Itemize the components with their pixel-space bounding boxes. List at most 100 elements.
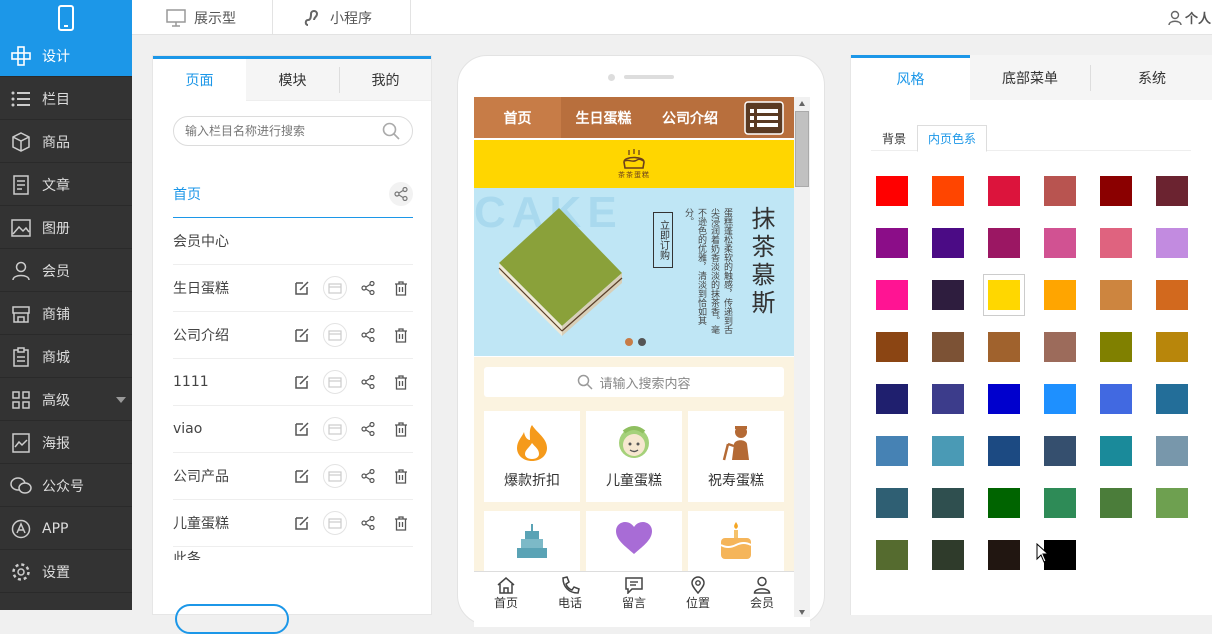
scroll-thumb[interactable] xyxy=(795,111,809,187)
nav-item-articles[interactable]: 文章 xyxy=(0,164,132,206)
color-swatch[interactable] xyxy=(988,280,1020,310)
footer-message[interactable]: 留言 xyxy=(602,572,666,627)
nav-item-mall[interactable]: 商城 xyxy=(0,336,132,378)
nav-item-members[interactable]: 会员 xyxy=(0,250,132,292)
color-swatch[interactable] xyxy=(932,436,964,466)
color-swatch[interactable] xyxy=(1156,280,1188,310)
color-swatch[interactable] xyxy=(876,540,908,570)
mobile-menu-item[interactable]: 首页 xyxy=(474,97,561,138)
carousel-dot[interactable] xyxy=(638,338,646,346)
color-swatch[interactable] xyxy=(1100,280,1132,310)
color-swatch[interactable] xyxy=(1100,176,1132,206)
color-swatch[interactable] xyxy=(988,384,1020,414)
tab-miniprogram[interactable]: 小程序 xyxy=(304,0,372,35)
scroll-up-icon[interactable] xyxy=(799,101,805,106)
color-swatch[interactable] xyxy=(932,488,964,518)
nav-item-products[interactable]: 商品 xyxy=(0,121,132,163)
tab-bottom-menu[interactable]: 底部菜单 xyxy=(970,55,1090,100)
nav-item-design[interactable]: 设计 xyxy=(0,35,132,77)
menu-button[interactable] xyxy=(734,97,794,138)
tab-display-type[interactable]: 展示型 xyxy=(166,0,236,35)
footer-location[interactable]: 位置 xyxy=(666,572,730,627)
color-swatch[interactable] xyxy=(932,280,964,310)
mobile-menu-item[interactable]: 公司介绍 xyxy=(646,97,734,138)
order-now-button[interactable]: 立即订购 xyxy=(653,212,673,268)
nav-item-wechat[interactable]: 公众号 xyxy=(0,465,132,507)
list-item[interactable]: viao xyxy=(173,406,413,453)
color-swatch[interactable] xyxy=(1044,280,1076,310)
color-swatch[interactable] xyxy=(876,384,908,414)
trash-icon[interactable] xyxy=(389,464,413,488)
nav-item-advanced[interactable]: 高级 xyxy=(0,379,132,421)
trash-icon[interactable] xyxy=(389,323,413,347)
tab-modules[interactable]: 模块 xyxy=(246,59,339,101)
color-swatch[interactable] xyxy=(876,436,908,466)
footer-home[interactable]: 首页 xyxy=(474,572,538,627)
category-longevity-cake[interactable]: 祝寿蛋糕 xyxy=(688,411,784,502)
color-swatch[interactable] xyxy=(932,176,964,206)
tab-inner-color-scheme[interactable]: 内页色系 xyxy=(917,125,987,152)
hide-icon[interactable] xyxy=(323,464,347,488)
add-page-button[interactable] xyxy=(175,604,289,634)
hide-icon[interactable] xyxy=(323,511,347,535)
tab-pages[interactable]: 页面 xyxy=(153,59,246,101)
edit-icon[interactable] xyxy=(290,417,314,441)
color-swatch[interactable] xyxy=(1100,436,1132,466)
edit-icon[interactable] xyxy=(290,511,314,535)
color-swatch[interactable] xyxy=(1044,488,1076,518)
color-swatch[interactable] xyxy=(988,488,1020,518)
hide-icon[interactable] xyxy=(323,323,347,347)
nav-item-columns[interactable]: 栏目 xyxy=(0,78,132,120)
color-swatch[interactable] xyxy=(1156,436,1188,466)
nav-item-albums[interactable]: 图册 xyxy=(0,207,132,249)
share-button[interactable] xyxy=(389,182,413,206)
list-item[interactable]: 1111 xyxy=(173,359,413,406)
share-icon[interactable] xyxy=(356,323,380,347)
list-item[interactable]: 会员中心 xyxy=(173,218,413,265)
color-swatch[interactable] xyxy=(1044,228,1076,258)
category-hot-discount[interactable]: 爆款折扣 xyxy=(484,411,580,502)
color-swatch[interactable] xyxy=(1156,384,1188,414)
edit-icon[interactable] xyxy=(290,276,314,300)
carousel-dot-active[interactable] xyxy=(625,338,633,346)
tab-mine[interactable]: 我的 xyxy=(339,67,431,93)
banner-slide[interactable]: CAKE 立即订购 蛋糕蓬松柔软的触感，传递到舌尖浸润着奶香淡淡的抹茶香。毫不逊… xyxy=(474,188,794,356)
color-swatch[interactable] xyxy=(1044,332,1076,362)
color-swatch[interactable] xyxy=(1044,436,1076,466)
share-icon[interactable] xyxy=(356,464,380,488)
tab-style[interactable]: 风格 xyxy=(851,55,970,100)
color-swatch[interactable] xyxy=(1156,332,1188,362)
color-swatch[interactable] xyxy=(876,280,908,310)
color-swatch[interactable] xyxy=(876,488,908,518)
color-swatch[interactable] xyxy=(876,228,908,258)
hide-icon[interactable] xyxy=(323,276,347,300)
tab-background[interactable]: 背景 xyxy=(871,125,917,151)
search-icon[interactable] xyxy=(382,122,400,140)
trash-icon[interactable] xyxy=(389,511,413,535)
mobile-menu-item[interactable]: 生日蛋糕 xyxy=(561,97,646,138)
color-swatch[interactable] xyxy=(1100,332,1132,362)
footer-member[interactable]: 会员 xyxy=(730,572,794,627)
color-swatch[interactable] xyxy=(988,436,1020,466)
edit-icon[interactable] xyxy=(290,370,314,394)
color-swatch[interactable] xyxy=(932,332,964,362)
scrollbar[interactable] xyxy=(794,97,810,617)
share-icon[interactable] xyxy=(356,417,380,441)
color-swatch[interactable] xyxy=(1100,384,1132,414)
nav-item-poster[interactable]: 海报 xyxy=(0,422,132,464)
trash-icon[interactable] xyxy=(389,276,413,300)
trash-icon[interactable] xyxy=(389,417,413,441)
color-swatch[interactable] xyxy=(988,228,1020,258)
hide-icon[interactable] xyxy=(323,417,347,441)
column-search-input[interactable] xyxy=(173,116,413,146)
nav-item-app[interactable]: APP xyxy=(0,508,132,550)
hide-icon[interactable] xyxy=(323,370,347,394)
color-swatch[interactable] xyxy=(1044,176,1076,206)
share-icon[interactable] xyxy=(356,276,380,300)
color-swatch[interactable] xyxy=(1156,228,1188,258)
color-swatch[interactable] xyxy=(1156,176,1188,206)
color-swatch[interactable] xyxy=(932,228,964,258)
list-item[interactable]: 公司产品 xyxy=(173,453,413,500)
trash-icon[interactable] xyxy=(389,370,413,394)
color-swatch[interactable] xyxy=(1044,384,1076,414)
